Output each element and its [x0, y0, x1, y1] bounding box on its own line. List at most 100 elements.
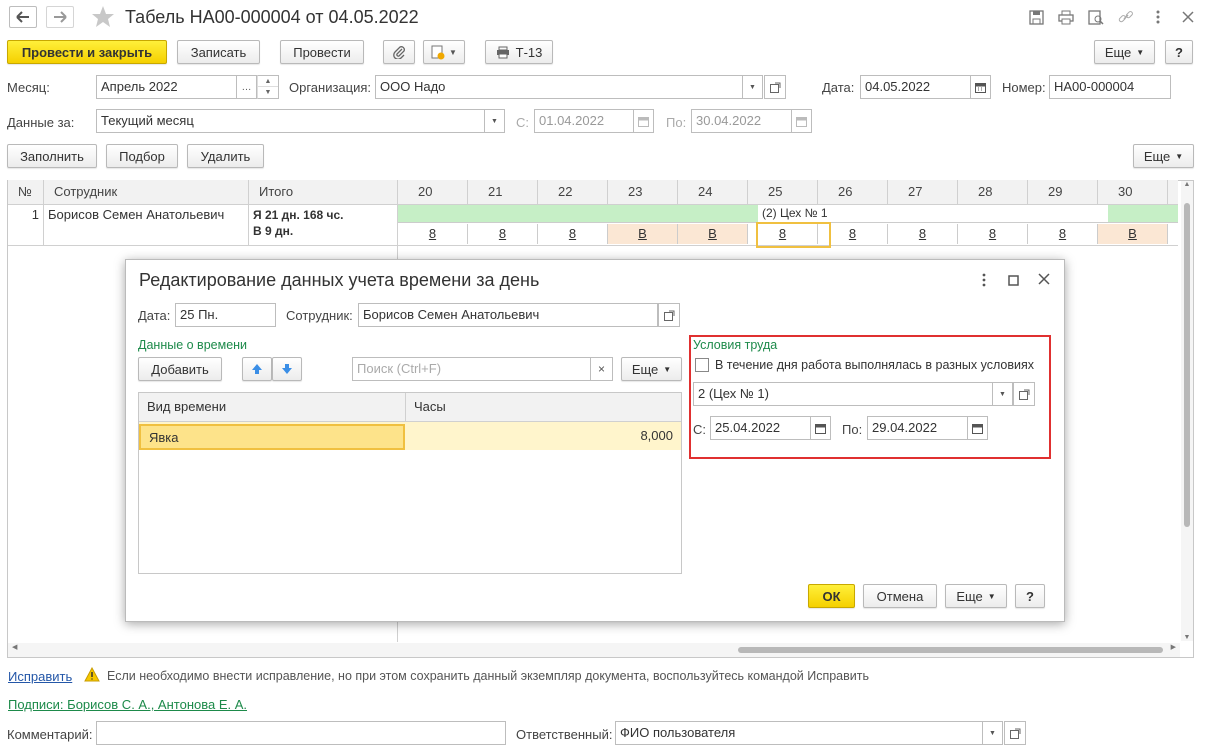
organization-dropdown-button[interactable]: ▼ [743, 75, 763, 99]
organization-field[interactable]: ООО Надо [375, 75, 743, 99]
comment-field[interactable] [96, 721, 506, 745]
save-icon[interactable] [1029, 10, 1044, 28]
search-clear-icon[interactable]: × [591, 357, 613, 381]
month-field[interactable]: Апрель 2022 [96, 75, 237, 99]
dialog-help-button[interactable]: ? [1015, 584, 1045, 608]
search-input[interactable]: Поиск (Ctrl+F) [352, 357, 591, 381]
different-conditions-checkbox[interactable] [695, 358, 709, 372]
dialog-table-more-button[interactable]: Еще ▼ [621, 357, 682, 381]
more-button[interactable]: Еще ▼ [1094, 40, 1155, 64]
employee-open-icon[interactable] [658, 303, 680, 327]
move-down-button[interactable] [272, 357, 302, 381]
condition-open-icon[interactable] [1013, 382, 1035, 406]
day-value-cell[interactable]: 8 [958, 224, 1028, 244]
vertical-scrollbar[interactable]: ▲ ▼ [1181, 181, 1193, 641]
post-and-close-button[interactable]: Провести и закрыть [7, 40, 167, 64]
table-row[interactable]: 1 Борисов Семен Анатольевич Я 21 дн. 168… [8, 205, 1178, 246]
table-more-button[interactable]: Еще ▼ [1133, 144, 1194, 168]
day-header: 25 [748, 180, 818, 205]
day-value-cell[interactable]: 8 [398, 224, 468, 244]
chevron-down-icon: ▼ [449, 47, 457, 57]
day-value-cell[interactable]: В [1098, 224, 1168, 244]
stepper-down-icon[interactable]: ▼ [258, 87, 278, 98]
vertical-scroll-thumb[interactable] [1184, 203, 1190, 527]
responsible-open-icon[interactable] [1004, 721, 1026, 745]
print-icon[interactable] [1058, 10, 1074, 28]
chevron-down-icon: ▼ [1175, 151, 1184, 161]
dialog-employee-field[interactable]: Борисов Семен Анатольевич [358, 303, 658, 327]
responsible-dropdown-button[interactable]: ▼ [983, 721, 1003, 745]
scroll-right-icon[interactable]: ▶ [1171, 643, 1176, 651]
help-button[interactable]: ? [1165, 40, 1193, 64]
scroll-left-icon[interactable]: ◀ [12, 643, 17, 651]
period-to-field: 30.04.2022 [691, 109, 792, 133]
save-button[interactable]: Записать [177, 40, 260, 64]
header-num: № [8, 180, 44, 205]
document-add-icon [431, 45, 445, 59]
number-field[interactable]: НА00-000004 [1049, 75, 1171, 99]
close-icon[interactable] [1182, 11, 1194, 26]
scroll-down-icon[interactable]: ▼ [1181, 634, 1193, 641]
t13-print-button[interactable]: Т-13 [485, 40, 553, 64]
condition-dropdown-button[interactable]: ▼ [993, 382, 1013, 406]
table-row[interactable]: Явка 8,000 [139, 422, 681, 450]
condition-to-field[interactable]: 29.04.2022 [867, 416, 968, 440]
different-conditions-label[interactable]: В течение дня работа выполнялась в разны… [715, 358, 1034, 372]
header-employee: Сотрудник [44, 180, 249, 205]
condition-to-calendar-button[interactable] [968, 416, 988, 440]
time-type-cell[interactable]: Явка [139, 424, 405, 450]
day-value-cell[interactable]: 8 [748, 224, 818, 244]
create-based-on-button[interactable]: ▼ [423, 40, 465, 64]
attach-button[interactable] [383, 40, 415, 64]
day-value-cell[interactable]: В [678, 224, 748, 244]
date-field[interactable]: 04.05.2022 [860, 75, 971, 99]
condition-from-calendar-button[interactable] [811, 416, 831, 440]
fill-button[interactable]: Заполнить [7, 144, 97, 168]
responsible-field[interactable]: ФИО пользователя [615, 721, 983, 745]
fix-link[interactable]: Исправить [8, 669, 72, 684]
back-button[interactable] [9, 6, 37, 28]
date-calendar-button[interactable] [971, 75, 991, 99]
hours-cell[interactable]: 8,000 [407, 424, 675, 450]
more-vert-icon[interactable] [1155, 9, 1161, 28]
dialog-close-icon[interactable] [1038, 273, 1050, 288]
data-for-dropdown-button[interactable]: ▼ [485, 109, 505, 133]
month-stepper[interactable]: ▲ ▼ [257, 75, 279, 99]
add-button[interactable]: Добавить [138, 357, 222, 381]
preview-icon[interactable] [1088, 10, 1104, 28]
day-value-cell[interactable]: 8 [538, 224, 608, 244]
dialog-maximize-icon[interactable] [1008, 274, 1019, 289]
signatures-link[interactable]: Подписи: Борисов С. А., Антонова Е. А. [8, 697, 247, 712]
horizontal-scrollbar[interactable]: ◀ ▶ [8, 643, 1180, 657]
select-button[interactable]: Подбор [106, 144, 178, 168]
post-button[interactable]: Провести [280, 40, 364, 64]
month-select-button[interactable]: … [237, 75, 257, 99]
dialog-date-field[interactable]: 25 Пн. [175, 303, 276, 327]
horizontal-scroll-thumb[interactable] [738, 647, 1163, 653]
chevron-down-icon: ▼ [1136, 47, 1145, 57]
dialog-more-button[interactable]: Еще ▼ [945, 584, 1007, 608]
day-value-cell[interactable]: 8 [468, 224, 538, 244]
delete-button[interactable]: Удалить [187, 144, 264, 168]
calendar-icon [638, 116, 649, 127]
ok-button[interactable]: ОК [808, 584, 855, 608]
favorite-star-icon[interactable] [91, 5, 115, 29]
day-value-cell[interactable]: 8 [1028, 224, 1098, 244]
stepper-up-icon[interactable]: ▲ [258, 76, 278, 87]
move-up-button[interactable] [242, 357, 272, 381]
day-value-cell[interactable]: В [608, 224, 678, 244]
cancel-button[interactable]: Отмена [863, 584, 937, 608]
organization-open-icon[interactable] [764, 75, 786, 99]
data-for-field[interactable]: Текущий месяц [96, 109, 485, 133]
row-num: 1 [8, 205, 44, 246]
day-value-cell[interactable]: 8 [818, 224, 888, 244]
day-value-cell[interactable]: 8 [888, 224, 958, 244]
condition-select[interactable]: 2 (Цех № 1) [693, 382, 993, 406]
dialog-menu-icon[interactable] [981, 273, 987, 290]
day-header: 30 [1098, 180, 1168, 205]
forward-button[interactable] [46, 6, 74, 28]
link-icon[interactable] [1118, 10, 1134, 28]
row-total: Я 21 дн. 168 чс. В 9 дн. [249, 205, 398, 246]
scroll-up-icon[interactable]: ▲ [1181, 181, 1193, 193]
condition-from-field[interactable]: 25.04.2022 [710, 416, 811, 440]
